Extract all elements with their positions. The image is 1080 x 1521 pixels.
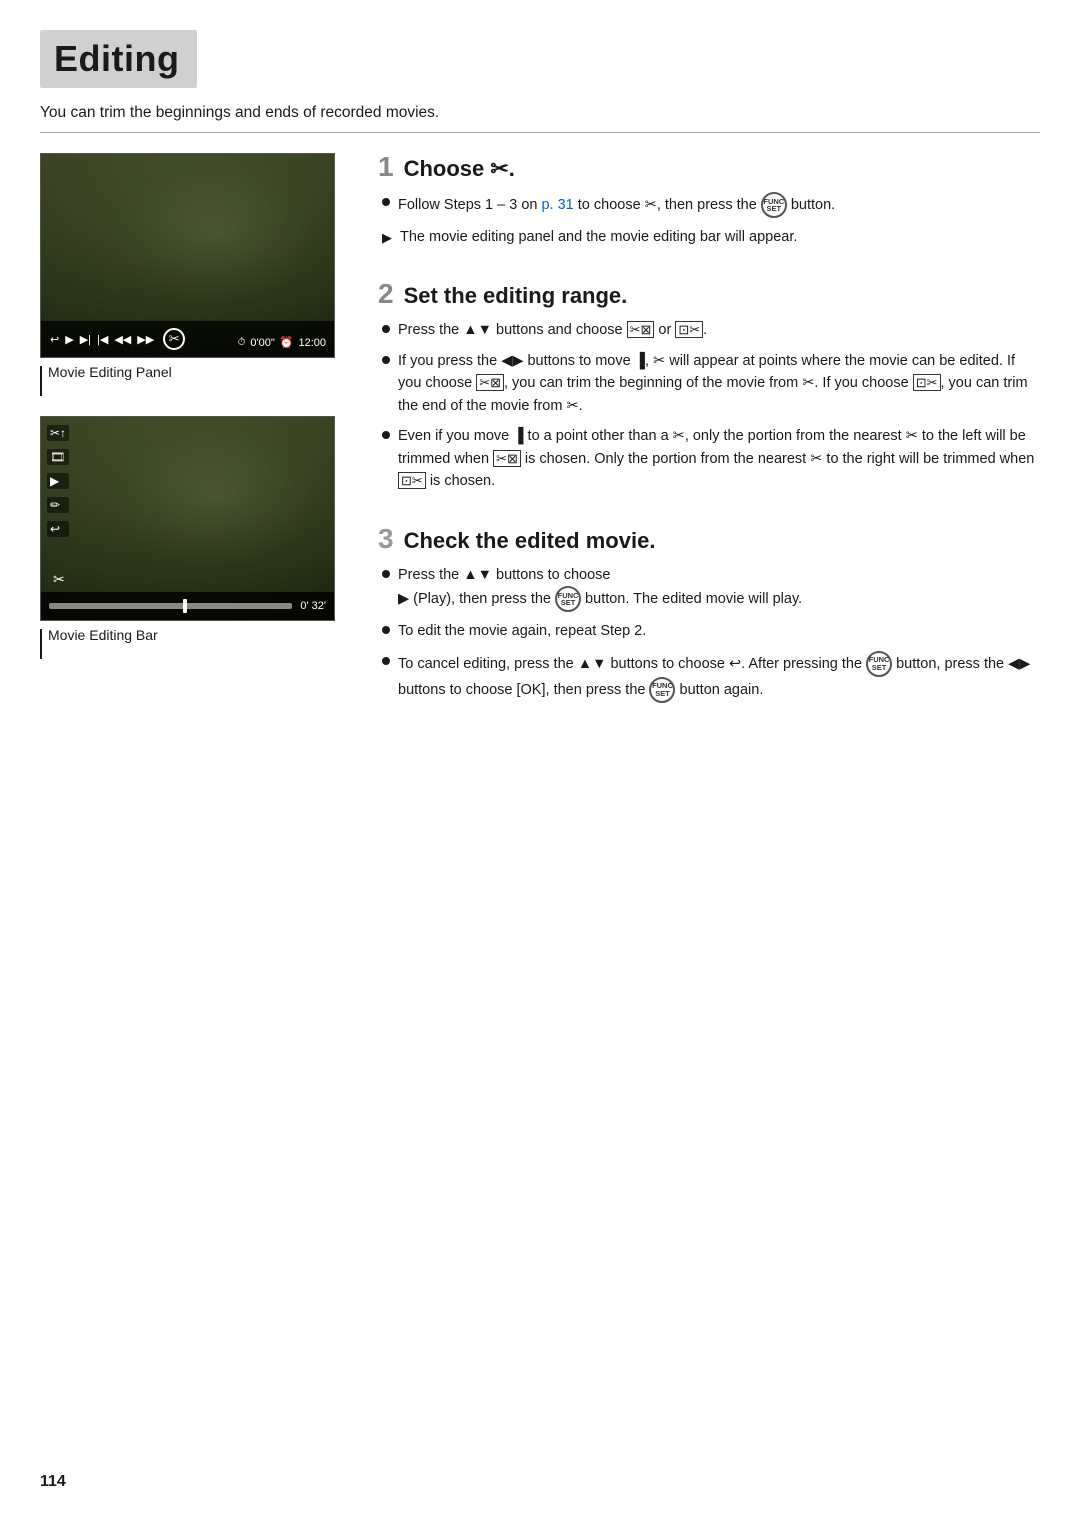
step-3-bullet-2-text: To edit the movie again, repeat Step 2.	[398, 620, 646, 642]
bar-caption: Movie Editing Bar	[48, 627, 158, 643]
step-2-bullet-3: Even if you move ▐ to a point other than…	[382, 425, 1040, 492]
bullet-dot-3c	[382, 657, 390, 665]
step-3-block: 3 Check the edited movie. Press the ▲▼ b…	[378, 525, 1040, 703]
skip-back-icon: |◀	[96, 333, 109, 346]
step-3-bullet-2: To edit the movie again, repeat Step 2.	[382, 620, 1040, 642]
step-1-bullets: Follow Steps 1 – 3 on p. 31 to choose ✂,…	[378, 192, 1040, 248]
label-line-2	[40, 629, 42, 659]
time-start: 0'00"	[250, 337, 274, 349]
time-end: 12:00	[298, 337, 326, 349]
image-overlay-2	[41, 417, 334, 620]
step-2-block: 2 Set the editing range. Press the ▲▼ bu…	[378, 280, 1040, 492]
step-1-bullet-1-text: Follow Steps 1 – 3 on p. 31 to choose ✂,…	[398, 192, 835, 218]
main-content: ↩ ▶ ▶| |◀ ◀◀ ▶▶ ✂ ⏱ 0'00" ⏰ 12:00 Movie …	[40, 153, 1040, 735]
slow-back-icon: ◀◀	[113, 333, 132, 346]
page-number: 114	[40, 1473, 66, 1491]
timeline-track	[49, 603, 292, 609]
step-1-header: 1 Choose ✂.	[378, 153, 1040, 182]
edit-icon: ✏	[47, 497, 69, 513]
step-2-number: 2	[378, 280, 394, 308]
clock-icon: ⏱	[238, 337, 246, 348]
timeline-thumb	[183, 599, 187, 613]
back-icon: ↩	[49, 333, 60, 346]
controls-bar: ↩ ▶ ▶| |◀ ◀◀ ▶▶ ✂ ⏱ 0'00" ⏰ 12:00	[41, 321, 334, 357]
step-1-block: 1 Choose ✂. Follow Steps 1 – 3 on p. 31 …	[378, 153, 1040, 248]
step-2-bullet-1: Press the ▲▼ buttons and choose ✂⊠ or ⊡✂…	[382, 319, 1040, 341]
func-button-icon-3: FUNCSET	[866, 651, 892, 677]
panel-caption: Movie Editing Panel	[48, 364, 172, 380]
bullet-dot-2c	[382, 431, 390, 439]
page-link[interactable]: p. 31	[541, 197, 573, 213]
step-2-bullets: Press the ▲▼ buttons and choose ✂⊠ or ⊡✂…	[378, 319, 1040, 492]
subtitle: You can trim the beginnings and ends of …	[40, 104, 1040, 122]
step-forward-icon: ▶|	[79, 333, 92, 346]
bullet-dot-2b	[382, 356, 390, 364]
step-3-title: Check the edited movie.	[404, 528, 656, 554]
label-line	[40, 366, 42, 396]
bullet-dot	[382, 198, 390, 206]
panel-label-container: Movie Editing Panel	[40, 364, 350, 396]
bullet-dot-3a	[382, 570, 390, 578]
step-2-bullet-2: If you press the ◀▶ buttons to move ▐, ✂…	[382, 350, 1040, 417]
scissors-bottom-icon: ✂	[53, 571, 65, 588]
arrow-icon: ▶	[382, 228, 392, 248]
title-box: Editing	[40, 30, 197, 88]
step-2-bullet-1-text: Press the ▲▼ buttons and choose ✂⊠ or ⊡✂…	[398, 319, 707, 341]
step-1-bullet-2-text: The movie editing panel and the movie ed…	[400, 226, 797, 248]
step-2-title: Set the editing range.	[404, 283, 628, 309]
step-3-bullet-3-text: To cancel editing, press the ▲▼ buttons …	[398, 651, 1040, 703]
step-1-title: Choose ✂.	[404, 156, 515, 182]
step-2-bullet-3-text: Even if you move ▐ to a point other than…	[398, 425, 1040, 492]
page-title: Editing	[54, 38, 179, 79]
timeline-bar: 0' 32'	[41, 592, 334, 620]
step-3-bullet-1-text: Press the ▲▼ buttons to choose▶ (Play), …	[398, 564, 802, 612]
step-3-bullets: Press the ▲▼ buttons to choose▶ (Play), …	[378, 564, 1040, 703]
step-3-header: 3 Check the edited movie.	[378, 525, 1040, 554]
bar-label-container: Movie Editing Bar	[40, 627, 350, 659]
bullet-dot-3b	[382, 626, 390, 634]
filmstrip-icon: 🎞	[47, 449, 69, 465]
undo-icon: ↩	[47, 521, 69, 537]
step-3-number: 3	[378, 525, 394, 553]
func-button-icon-2: FUNCSET	[555, 586, 581, 612]
timeline-time: 0' 32'	[300, 600, 326, 612]
step-1-bullet-1: Follow Steps 1 – 3 on p. 31 to choose ✂,…	[382, 192, 1040, 218]
scissors-circle-icon: ✂	[163, 328, 185, 350]
play-icon: ▶	[64, 333, 74, 346]
bullet-dot-2a	[382, 325, 390, 333]
step-3-bullet-1: Press the ▲▼ buttons to choose▶ (Play), …	[382, 564, 1040, 612]
step-1-bullet-2: ▶ The movie editing panel and the movie …	[382, 226, 1040, 248]
play-small-icon: ▶	[47, 473, 69, 489]
step-3-bullet-3: To cancel editing, press the ▲▼ buttons …	[382, 651, 1040, 703]
func-button-icon: FUNCSET	[761, 192, 787, 218]
movie-editing-bar-image: ✂↑ 🎞 ▶ ✏ ↩ ✂ 0' 32'	[40, 416, 335, 621]
right-column: 1 Choose ✂. Follow Steps 1 – 3 on p. 31 …	[378, 153, 1040, 735]
time-display: ⏱ 0'00" ⏰ 12:00	[238, 336, 326, 349]
func-button-icon-4: FUNCSET	[649, 677, 675, 703]
step-2-header: 2 Set the editing range.	[378, 280, 1040, 309]
step-1-number: 1	[378, 153, 394, 181]
time-icon2: ⏰	[280, 336, 294, 349]
side-icons: ✂↑ 🎞 ▶ ✏ ↩	[47, 425, 69, 537]
step-2-bullet-2-text: If you press the ◀▶ buttons to move ▐, ✂…	[398, 350, 1040, 417]
trim-start-icon: ✂↑	[47, 425, 69, 441]
movie-editing-panel-image: ↩ ▶ ▶| |◀ ◀◀ ▶▶ ✂ ⏱ 0'00" ⏰ 12:00	[40, 153, 335, 358]
divider	[40, 132, 1040, 133]
slow-forward-icon: ▶▶	[136, 333, 155, 346]
left-column: ↩ ▶ ▶| |◀ ◀◀ ▶▶ ✂ ⏱ 0'00" ⏰ 12:00 Movie …	[40, 153, 350, 735]
